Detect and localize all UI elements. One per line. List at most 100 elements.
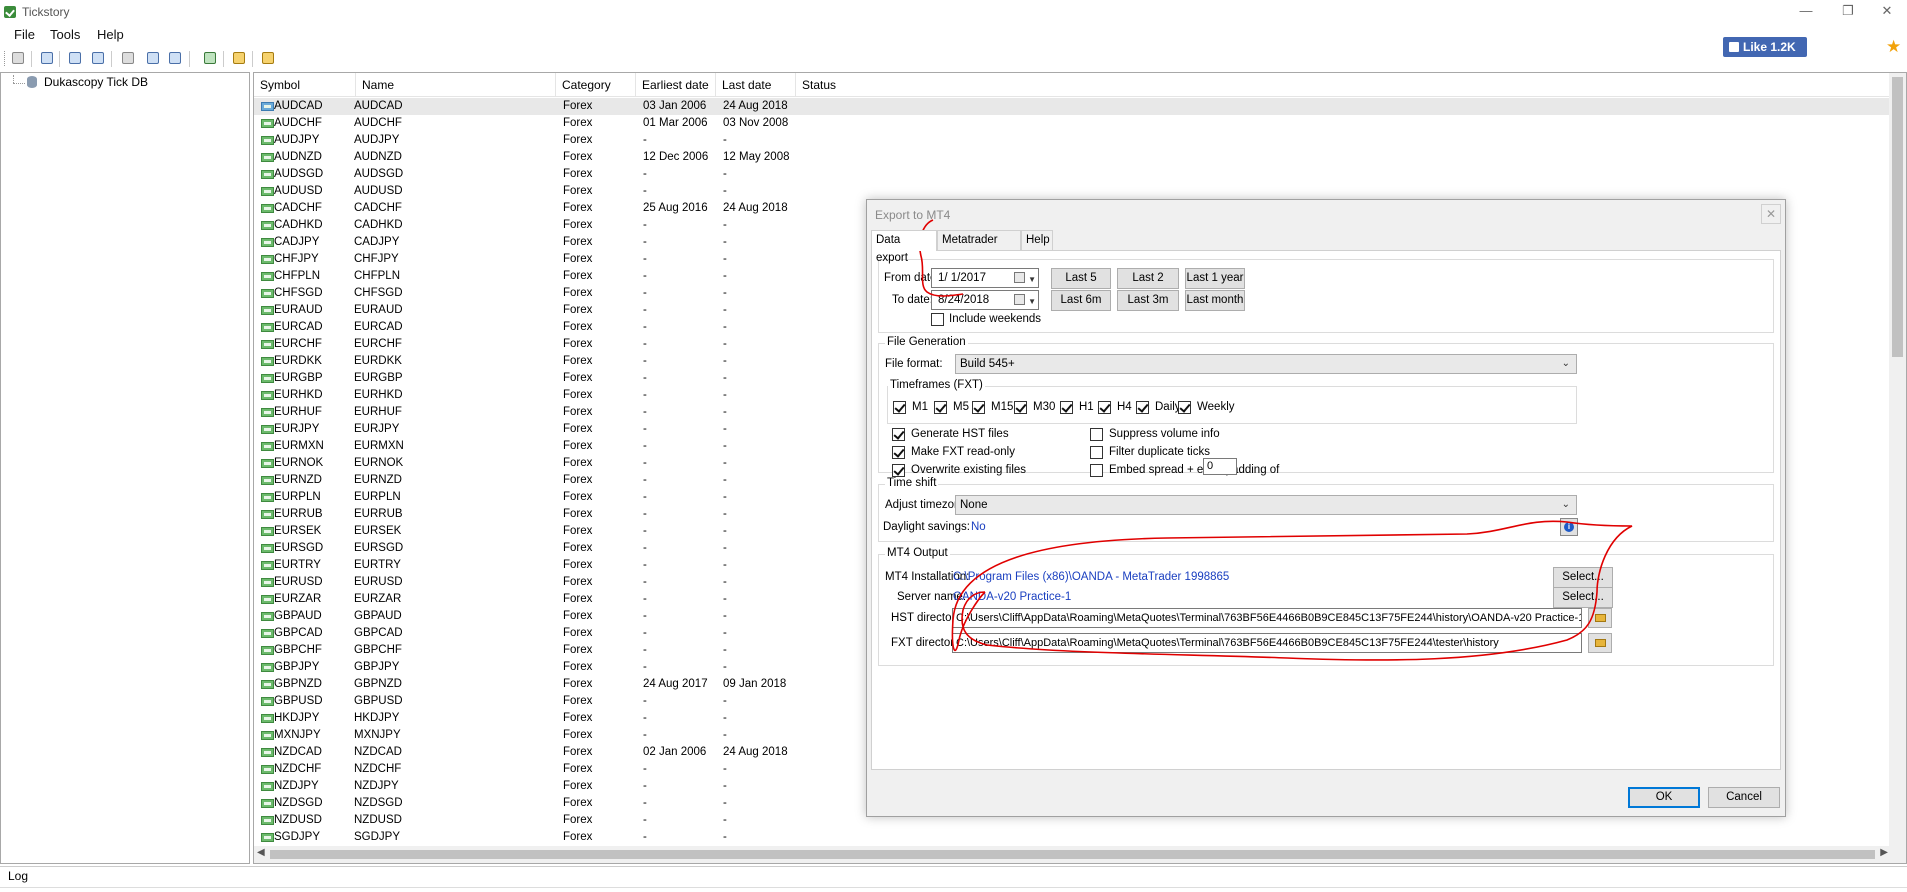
- scroll-right-icon[interactable]: ▶: [1880, 847, 1888, 858]
- mt4-installation-value[interactable]: C:\Program Files (x86)\OANDA - MetaTrade…: [953, 571, 1229, 583]
- facebook-like-button[interactable]: Like 1.2K: [1723, 37, 1807, 57]
- table-row[interactable]: SGDJPY SGDJPY Forex - -: [254, 829, 1906, 846]
- option-checkbox[interactable]: [892, 464, 905, 477]
- calendar-icon[interactable]: [1014, 294, 1025, 305]
- timeframe-checkbox-m15[interactable]: [972, 401, 985, 414]
- chevron-down-icon[interactable]: ▼: [1028, 293, 1036, 311]
- import-icon[interactable]: [67, 50, 83, 66]
- from-date-picker[interactable]: 1/ 1/2017 ▼: [931, 268, 1039, 288]
- scroll-left-icon[interactable]: ◀: [257, 847, 265, 858]
- cancel-button[interactable]: Cancel: [1708, 787, 1780, 808]
- timeframe-checkbox-h4[interactable]: [1098, 401, 1111, 414]
- cell-symbol: EURZAR: [274, 593, 322, 605]
- cell-last-date: -: [723, 185, 727, 197]
- chart-icon[interactable]: [90, 50, 106, 66]
- folder-icon[interactable]: [260, 50, 276, 66]
- graph-icon[interactable]: [145, 50, 161, 66]
- cell-name: NZDSGD: [354, 797, 403, 809]
- menu-help[interactable]: Help: [97, 27, 124, 42]
- tab-data-export[interactable]: Data export: [871, 230, 937, 264]
- option-checkbox[interactable]: [892, 446, 905, 459]
- vertical-scrollbar[interactable]: [1889, 73, 1906, 848]
- minimize-button[interactable]: —: [1786, 2, 1826, 20]
- menu-file[interactable]: File: [14, 27, 35, 42]
- table-row[interactable]: AUDNZD AUDNZD Forex 12 Dec 2006 12 May 2008: [254, 149, 1906, 166]
- log-label[interactable]: Log: [8, 869, 28, 883]
- table-icon[interactable]: [167, 50, 183, 66]
- tab-help[interactable]: Help: [1021, 230, 1053, 250]
- timeframe-checkbox-m1[interactable]: [893, 401, 906, 414]
- cell-name: AUDJPY: [354, 134, 400, 146]
- hst-directory-input[interactable]: C:\Users\Cliff\AppData\Roaming\MetaQuote…: [952, 608, 1582, 628]
- select-server-button[interactable]: Select...: [1553, 587, 1613, 608]
- timezone-select[interactable]: None ⌄: [955, 495, 1577, 515]
- daylight-savings-value[interactable]: No: [971, 521, 986, 533]
- option-checkbox[interactable]: [1090, 428, 1103, 441]
- select-installation-button[interactable]: Select...: [1553, 567, 1613, 588]
- tree-connector: [13, 75, 14, 83]
- padding-input[interactable]: 0: [1203, 458, 1237, 475]
- option-checkbox[interactable]: [1090, 464, 1103, 477]
- option-checkbox[interactable]: [892, 428, 905, 441]
- option-checkbox[interactable]: [1090, 446, 1103, 459]
- last-3m-button[interactable]: Last 3m: [1117, 290, 1179, 311]
- edit-icon[interactable]: [231, 50, 247, 66]
- menu-tools[interactable]: Tools: [50, 27, 80, 42]
- mt4-output-title: MT4 Output: [885, 547, 950, 559]
- scroll-thumb[interactable]: [270, 850, 1875, 859]
- column-header-status[interactable]: Status: [796, 73, 876, 97]
- cell-earliest-date: -: [643, 338, 647, 350]
- chevron-down-icon[interactable]: ▼: [1028, 271, 1036, 289]
- table-row[interactable]: AUDCHF AUDCHF Forex 01 Mar 2006 03 Nov 2008: [254, 115, 1906, 132]
- close-window-button[interactable]: ✕: [1867, 2, 1907, 20]
- dialog-close-button[interactable]: ✕: [1761, 204, 1781, 224]
- scroll-thumb[interactable]: [1892, 77, 1903, 357]
- calendar-icon[interactable]: [1014, 272, 1025, 283]
- cell-earliest-date: -: [643, 508, 647, 520]
- table-row[interactable]: AUDUSD AUDUSD Forex - -: [254, 183, 1906, 200]
- horizontal-scrollbar[interactable]: ◀ ▶: [254, 846, 1906, 863]
- tab-metatrader-info[interactable]: Metatrader Info: [937, 230, 1021, 264]
- cell-symbol: GBPNZD: [274, 678, 322, 690]
- cell-name: NZDUSD: [354, 814, 402, 826]
- column-header-category[interactable]: Category: [556, 73, 636, 97]
- column-header-name[interactable]: Name: [356, 73, 556, 97]
- table-row[interactable]: AUDCAD AUDCAD Forex 03 Jan 2006 24 Aug 2018: [254, 98, 1906, 115]
- column-header-earliest-date[interactable]: Earliest date: [636, 73, 716, 97]
- include-weekends-checkbox[interactable]: [931, 313, 944, 326]
- timeframe-checkbox-weekly[interactable]: [1178, 401, 1191, 414]
- browse-hst-button[interactable]: [1588, 608, 1612, 628]
- last-2-years-button[interactable]: Last 2 years: [1117, 268, 1179, 303]
- server-name-value[interactable]: OANDA-v20 Practice-1: [953, 591, 1071, 603]
- info-icon[interactable]: i: [1560, 518, 1578, 536]
- star-icon[interactable]: ★: [1886, 38, 1901, 56]
- database-icon[interactable]: [39, 50, 55, 66]
- settings-icon[interactable]: [10, 50, 26, 66]
- last-month-button[interactable]: Last month: [1185, 290, 1245, 311]
- timeframe-checkbox-daily[interactable]: [1136, 401, 1149, 414]
- last-6m-button[interactable]: Last 6m: [1051, 290, 1111, 311]
- tree-item-dukascopy[interactable]: Dukascopy Tick DB: [44, 75, 148, 89]
- cell-symbol: EURSGD: [274, 542, 324, 554]
- timeframe-checkbox-m5[interactable]: [934, 401, 947, 414]
- table-row[interactable]: AUDJPY AUDJPY Forex - -: [254, 132, 1906, 149]
- export-icon[interactable]: [120, 50, 136, 66]
- last-5-years-button[interactable]: Last 5 years: [1051, 268, 1111, 303]
- cell-category: Forex: [563, 729, 593, 741]
- timeframe-checkbox-m30[interactable]: [1014, 401, 1027, 414]
- file-format-select[interactable]: Build 545+ ⌄: [955, 354, 1577, 374]
- cell-category: Forex: [563, 185, 593, 197]
- timeframe-checkbox-h1[interactable]: [1060, 401, 1073, 414]
- column-header-symbol[interactable]: Symbol: [254, 73, 356, 97]
- cell-name: EURCAD: [354, 321, 403, 333]
- to-date-picker[interactable]: 8/24/2018 ▼: [931, 290, 1039, 310]
- refresh-icon[interactable]: [202, 50, 218, 66]
- browse-fxt-button[interactable]: [1588, 633, 1612, 653]
- column-header-last-date[interactable]: Last date: [716, 73, 796, 97]
- last-1-year-button[interactable]: Last 1 year: [1185, 268, 1245, 289]
- symbol-icon: [261, 544, 274, 553]
- table-row[interactable]: AUDSGD AUDSGD Forex - -: [254, 166, 1906, 183]
- fxt-directory-input[interactable]: C:\Users\Cliff\AppData\Roaming\MetaQuote…: [952, 633, 1582, 653]
- restore-button[interactable]: ❐: [1828, 2, 1868, 20]
- ok-button[interactable]: OK: [1628, 787, 1700, 808]
